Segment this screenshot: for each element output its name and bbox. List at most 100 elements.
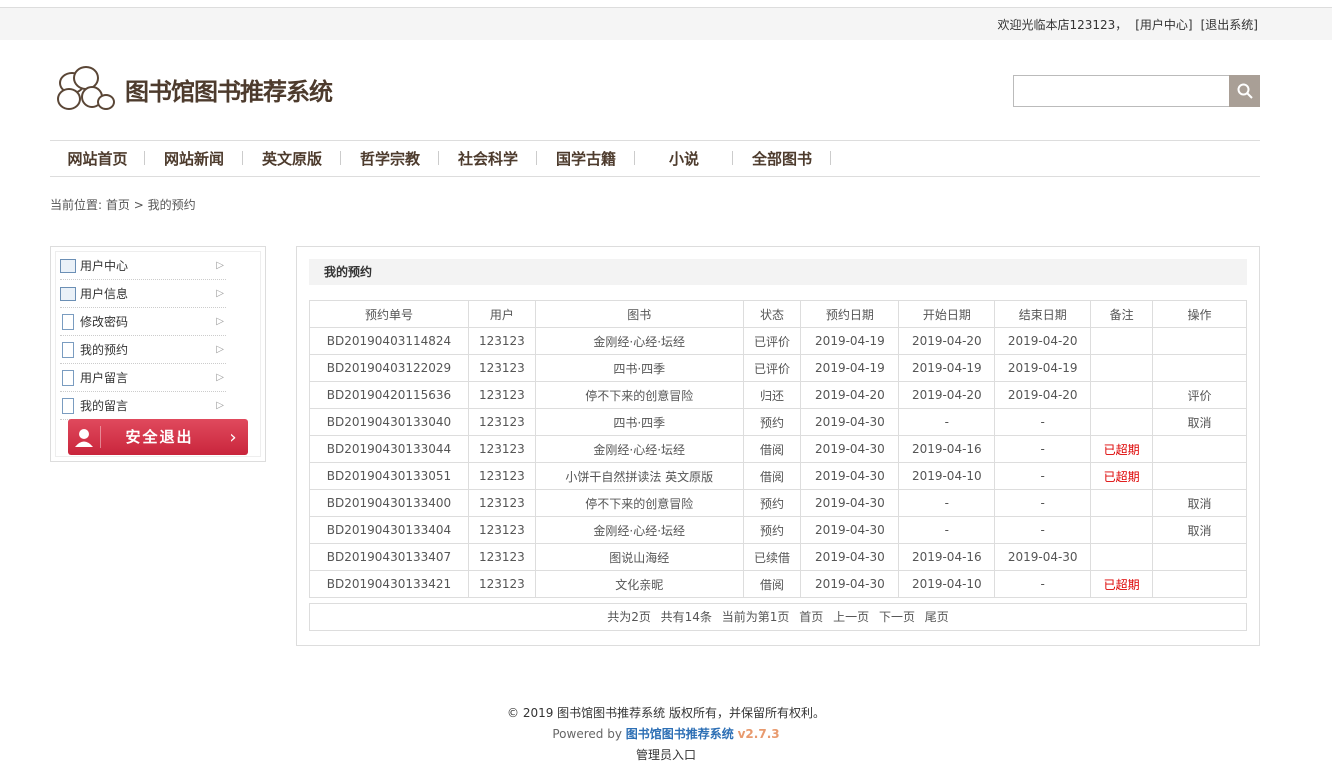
pager-total-items: 共有14条: [660, 610, 712, 624]
top-line: [0, 0, 1332, 8]
nav-item-novel[interactable]: 小说: [635, 148, 733, 169]
table-cell: 2019-04-30: [994, 543, 1092, 571]
table-row: BD20190430133040 123123 四书·四季 预约 2019-04-30-…: [309, 408, 1247, 436]
logo[interactable]: 图书馆图书推荐系统: [55, 64, 333, 114]
table-cell: [1090, 354, 1154, 382]
nav-item-all-books[interactable]: 全部图书: [733, 148, 831, 169]
welcome-text: 欢迎光临本店123123，: [997, 18, 1128, 32]
column-header: 预约日期: [800, 300, 900, 328]
powered-link[interactable]: 图书馆图书推荐系统: [626, 727, 734, 741]
document-icon: [62, 369, 74, 386]
table-cell: [1090, 516, 1154, 544]
sidebar-item-user-info[interactable]: 用户信息 ▷: [60, 280, 226, 308]
table-cell: 2019-04-19: [898, 354, 996, 382]
sidebar-item-label: 用户中心: [80, 259, 129, 273]
search-icon: [1237, 83, 1253, 99]
breadcrumb-current: 我的预约: [147, 198, 196, 212]
table-cell: [1090, 543, 1154, 571]
table-cell: 预约: [742, 489, 802, 517]
row-action-link[interactable]: 取消: [1152, 408, 1247, 436]
chevron-right-icon: ▷: [216, 400, 224, 411]
safe-logout-button[interactable]: 安全退出 ›: [68, 419, 248, 455]
sidebar-item-my-messages[interactable]: 我的留言 ▷: [60, 392, 226, 420]
column-header: 用户: [467, 300, 536, 328]
sidebar-item-label: 修改密码: [80, 315, 129, 329]
nav-item-classics[interactable]: 国学古籍: [537, 148, 635, 169]
table-cell: 2019-04-20: [898, 381, 996, 409]
table-cell: BD20190430133040: [309, 408, 469, 436]
search-button[interactable]: [1229, 75, 1260, 107]
table-cell: 123123: [467, 489, 536, 517]
pager-total-pages: 共为2页: [607, 610, 651, 624]
table-cell: 2019-04-30: [800, 408, 900, 436]
table-cell: 123123: [467, 327, 536, 355]
sidebar-item-change-password[interactable]: 修改密码 ▷: [60, 308, 226, 336]
search-input[interactable]: [1013, 75, 1229, 107]
table-header-row: 预约单号 用户 图书 状态 预约日期 开始日期 结束日期 备注 操作: [309, 300, 1247, 328]
reservations-table: 预约单号 用户 图书 状态 预约日期 开始日期 结束日期 备注 操作 BD20190403114…: [309, 300, 1247, 598]
chevron-right-icon: ▷: [216, 288, 224, 299]
table-cell: 金刚经·心经·坛经: [534, 327, 744, 355]
breadcrumb-prefix: 当前位置:: [50, 198, 103, 212]
admin-entry-link[interactable]: 管理员入口: [0, 745, 1332, 766]
breadcrumb-home[interactable]: 首页: [106, 198, 130, 212]
table-cell: BD20190403122029: [309, 354, 469, 382]
table-cell: BD20190403114824: [309, 327, 469, 355]
table-cell: BD20190420115636: [309, 381, 469, 409]
table-row: BD20190430133407 123123 图说山海经 已续借 2019-04-30…: [309, 543, 1247, 571]
footer-powered: Powered by 图书馆图书推荐系统 v2.7.3: [0, 724, 1332, 745]
column-header: 图书: [534, 300, 744, 328]
overdue-badge: 已超期: [1090, 435, 1154, 463]
table-cell: 借阅: [742, 462, 802, 490]
logout-link[interactable]: [退出系统]: [1201, 18, 1258, 32]
table-cell: 四书·四季: [534, 408, 744, 436]
table-cell: 2019-04-30: [800, 462, 900, 490]
sidebar-item-user-messages[interactable]: 用户留言 ▷: [60, 364, 226, 392]
table-cell: 已评价: [742, 327, 802, 355]
table-row: BD20190430133421 123123 文化亲昵 借阅 2019-04-30 20…: [309, 570, 1247, 598]
sidebar: 用户中心 ▷ 用户信息 ▷ 修改密码 ▷ 我的预约 ▷ 用户留言 ▷ 我的留言 …: [50, 246, 266, 462]
column-header: 备注: [1090, 300, 1154, 328]
table-cell: 文化亲昵: [534, 570, 744, 598]
nav-item-social-science[interactable]: 社会科学: [439, 148, 537, 169]
table-row: BD20190403114824 123123 金刚经·心经·坛经 已评价 2019-0…: [309, 327, 1247, 355]
chevron-right-icon: ›: [229, 426, 237, 448]
table-cell: 借阅: [742, 435, 802, 463]
table-cell: 2019-04-20: [994, 381, 1092, 409]
table-cell: 图说山海经: [534, 543, 744, 571]
table-cell: 停不下来的创意冒险: [534, 489, 744, 517]
nav-item-philosophy[interactable]: 哲学宗教: [341, 148, 439, 169]
chevron-right-icon: ▷: [216, 316, 224, 327]
pager-last[interactable]: 尾页: [925, 610, 949, 624]
chevron-right-icon: ▷: [216, 344, 224, 355]
table-cell: -: [898, 408, 996, 436]
sidebar-item-label: 用户留言: [80, 371, 129, 385]
table-cell: -: [994, 489, 1092, 517]
table-row: BD20190420115636 123123 停不下来的创意冒险 归还 2019-04…: [309, 381, 1247, 409]
pager-first[interactable]: 首页: [799, 610, 823, 624]
nav-item-english[interactable]: 英文原版: [243, 148, 341, 169]
table-cell: 2019-04-30: [800, 570, 900, 598]
user-center-link[interactable]: [用户中心]: [1135, 18, 1192, 32]
row-action-link[interactable]: 取消: [1152, 516, 1247, 544]
pager-prev[interactable]: 上一页: [833, 610, 869, 624]
sidebar-item-my-reservations[interactable]: 我的预约 ▷: [60, 336, 226, 364]
table-cell: BD20190430133421: [309, 570, 469, 598]
nav-item-home[interactable]: 网站首页: [50, 148, 145, 169]
sidebar-item-user-center[interactable]: 用户中心 ▷: [60, 252, 226, 280]
logout-label: 安全退出: [100, 426, 218, 448]
table-cell: [1152, 462, 1247, 490]
site-title: 图书馆图书推荐系统: [125, 77, 333, 106]
version-label: v2.7.3: [737, 727, 780, 741]
row-action-link[interactable]: 取消: [1152, 489, 1247, 517]
table-cell: 金刚经·心经·坛经: [534, 435, 744, 463]
pager-next[interactable]: 下一页: [879, 610, 915, 624]
table-cell: BD20190430133400: [309, 489, 469, 517]
table-row: BD20190430133400 123123 停不下来的创意冒险 预约 2019-04…: [309, 489, 1247, 517]
table-cell: 已评价: [742, 354, 802, 382]
footer: © 2019 图书馆图书推荐系统 版权所有，并保留所有权利。 Powered b…: [0, 703, 1332, 766]
nav-item-news[interactable]: 网站新闻: [145, 148, 243, 169]
table-row: BD20190403122029 123123 四书·四季 已评价 2019-04-19…: [309, 354, 1247, 382]
table-cell: 123123: [467, 408, 536, 436]
row-action-link[interactable]: 评价: [1152, 381, 1247, 409]
